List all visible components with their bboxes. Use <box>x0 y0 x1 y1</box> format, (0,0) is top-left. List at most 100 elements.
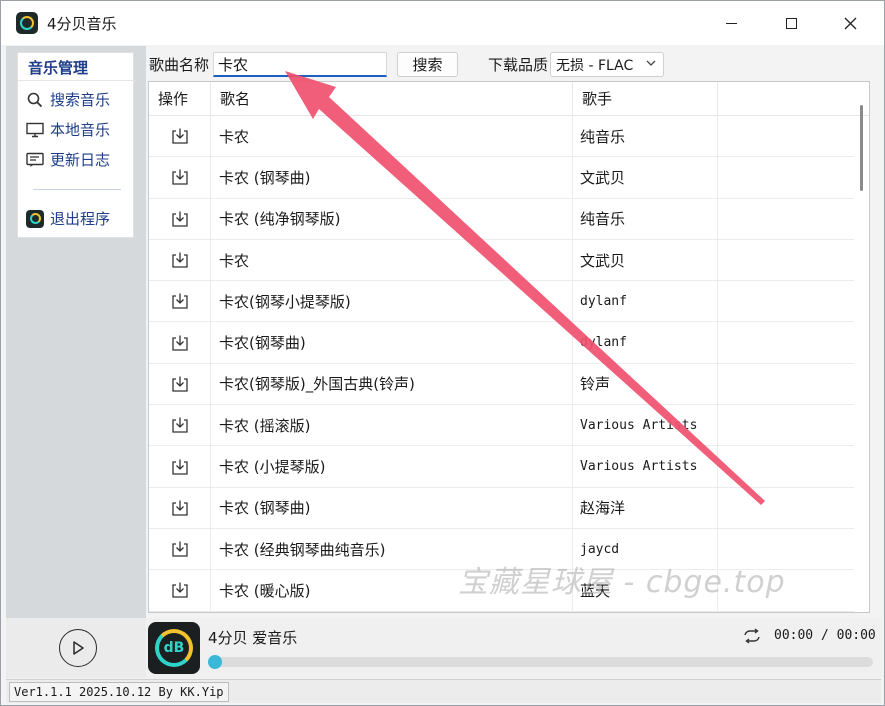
sidebar-item-changelog[interactable]: 更新日志 <box>26 149 110 170</box>
search-button[interactable]: 搜索 <box>397 52 458 77</box>
quality-select[interactable]: 无损 - FLAC <box>550 52 664 77</box>
table-row: 卡农 (钢琴曲) 文武贝 <box>149 157 854 199</box>
action-cell <box>149 198 211 239</box>
action-cell <box>149 363 211 405</box>
song-title-cell: 卡农 (钢琴曲) <box>211 487 573 528</box>
table-row: 卡农(钢琴曲) dylanf <box>149 322 854 364</box>
table-row: 卡农 文武贝 <box>149 239 854 282</box>
window-title: 4分贝音乐 <box>47 15 117 33</box>
log-icon <box>26 151 44 169</box>
download-icon <box>171 376 188 392</box>
app-window: 4分贝音乐 音乐管理 搜索音乐 本地音乐 更新日志 退出程序 歌曲名称 卡农 搜… <box>0 0 885 706</box>
search-input[interactable] <box>213 52 387 77</box>
song-title-cell: 卡农 (小提琴版) <box>211 446 573 487</box>
table-row: 卡农(钢琴版)_外国古典(铃声) 铃声 <box>149 363 854 406</box>
play-button[interactable] <box>59 629 97 667</box>
sidebar-item-exit[interactable]: 退出程序 <box>26 208 110 229</box>
download-button[interactable] <box>170 167 190 187</box>
chevron-down-icon <box>646 60 656 66</box>
download-icon <box>171 252 188 268</box>
artist-cell: Various Artists <box>573 405 718 446</box>
download-icon <box>171 582 188 599</box>
maximize-button[interactable] <box>768 7 814 39</box>
artist-cell: 文武贝 <box>573 157 718 198</box>
download-button[interactable] <box>170 580 190 600</box>
download-button[interactable] <box>170 209 190 229</box>
download-button[interactable] <box>170 415 190 435</box>
song-title-cell: 卡农 (暖心版) <box>211 570 573 611</box>
column-header[interactable]: 操作 <box>149 82 211 116</box>
app-logo-icon <box>16 12 38 34</box>
sidebar-item-label: 本地音乐 <box>50 121 111 139</box>
table-row: 卡农 (经典钢琴曲纯音乐) jaycd <box>149 528 854 571</box>
sidebar-menu: 音乐管理 搜索音乐 本地音乐 更新日志 退出程序 <box>17 52 135 238</box>
action-cell <box>149 405 211 446</box>
album-art: dB <box>148 622 200 674</box>
song-title-cell: 卡农 (钢琴曲) <box>211 157 573 198</box>
column-header[interactable]: 歌名 <box>211 82 573 116</box>
results-table: 操作 歌名 歌手 卡农 纯音乐 卡农 (钢琴曲) 文武贝 卡农 (纯净钢琴版) 纯音乐 卡农… <box>148 81 870 613</box>
column-header[interactable]: 歌手 <box>573 82 718 116</box>
download-button[interactable] <box>170 498 190 518</box>
artist-cell: dylanf <box>573 281 718 322</box>
action-cell <box>149 116 211 157</box>
empty-cell <box>718 240 854 280</box>
artist-cell: 纯音乐 <box>573 198 718 239</box>
sidebar-header: 音乐管理 <box>28 59 89 77</box>
close-button[interactable] <box>827 7 873 39</box>
song-title-cell: 卡农(钢琴小提琴版) <box>211 281 573 322</box>
action-cell <box>149 281 211 322</box>
sidebar-item-label: 退出程序 <box>50 210 111 228</box>
empty-cell <box>718 488 854 528</box>
scrollbar-thumb[interactable] <box>860 105 863 191</box>
download-button[interactable] <box>170 126 190 146</box>
version-label: Ver1.1.1 2025.10.12 By KK.Yip <box>9 682 229 702</box>
sidebar-separator <box>33 189 121 190</box>
progress-bar[interactable] <box>208 655 873 669</box>
download-button[interactable] <box>170 291 190 311</box>
quality-selected-value: 无损 - FLAC <box>556 57 634 74</box>
song-title-cell: 卡农 (经典钢琴曲纯音乐) <box>211 528 573 570</box>
vertical-scrollbar[interactable] <box>856 101 866 601</box>
download-button[interactable] <box>170 374 190 394</box>
download-icon <box>171 211 188 227</box>
table-row: 卡农 (小提琴版) Various Artists <box>149 446 854 488</box>
progress-knob[interactable] <box>208 655 222 669</box>
action-cell <box>149 239 211 281</box>
sidebar-item-search[interactable]: 搜索音乐 <box>26 89 110 110</box>
minimize-button[interactable] <box>708 7 754 39</box>
empty-cell <box>718 116 854 156</box>
download-icon <box>171 459 188 475</box>
artist-cell: dylanf <box>573 322 718 363</box>
song-title-cell: 卡农(钢琴曲) <box>211 322 573 363</box>
action-cell <box>149 157 211 198</box>
song-title-cell: 卡农 <box>211 239 573 281</box>
download-button[interactable] <box>170 333 190 353</box>
download-button[interactable] <box>170 250 190 270</box>
table-row: 卡农 (摇滚版) Various Artists <box>149 405 854 447</box>
table-row: 卡农 纯音乐 <box>149 116 854 158</box>
empty-cell <box>718 281 854 321</box>
maximize-icon <box>785 17 797 29</box>
download-icon <box>171 128 188 144</box>
sidebar-item-local[interactable]: 本地音乐 <box>26 119 110 140</box>
table-row: 卡农 (纯净钢琴版) 纯音乐 <box>149 198 854 240</box>
sidebar-item-label: 更新日志 <box>50 151 111 169</box>
download-button[interactable] <box>170 539 190 559</box>
title-bar: 4分贝音乐 <box>1 1 884 45</box>
empty-cell <box>718 322 854 362</box>
download-icon <box>171 541 188 557</box>
artist-cell: 铃声 <box>573 363 718 405</box>
monitor-icon <box>26 121 44 139</box>
status-bar: Ver1.1.1 2025.10.12 By KK.Yip <box>6 679 881 703</box>
download-icon <box>171 335 188 351</box>
download-button[interactable] <box>170 457 190 477</box>
table-row: 卡农 (暖心版) 蓝天 <box>149 570 854 612</box>
song-title-cell: 卡农(钢琴版)_外国古典(铃声) <box>211 363 573 405</box>
loop-icon[interactable] <box>742 628 762 644</box>
player-bar: dB 4分贝 爱音乐 00:00 / 00:00 <box>6 618 881 678</box>
empty-cell <box>718 199 854 239</box>
artist-cell: 蓝天 <box>573 570 718 611</box>
play-area <box>6 618 146 678</box>
time-display: 00:00 / 00:00 <box>774 628 876 643</box>
